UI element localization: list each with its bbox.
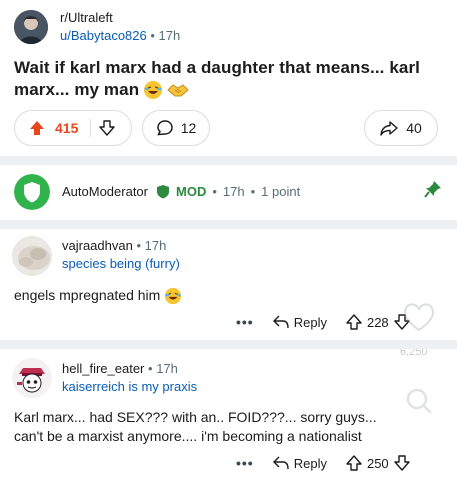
share-button[interactable]: 40 xyxy=(364,110,438,146)
laughing-emoji-icon xyxy=(164,287,182,305)
section-separator xyxy=(0,156,457,165)
post-title[interactable]: Wait if karl marx had a daughter that me… xyxy=(14,57,444,101)
dot-separator: • xyxy=(150,28,159,43)
share-count: 40 xyxy=(406,120,422,136)
comment-body: engels mpregnated him xyxy=(14,286,182,305)
watermark-search-icon xyxy=(404,386,434,416)
comment-body: Karl marx... had SEX??? with an.. FOID??… xyxy=(14,408,444,446)
dot-separator: • xyxy=(148,361,157,376)
automod-meta: AutoModerator MOD • 17h • 1 point xyxy=(62,184,300,199)
upvote-icon[interactable] xyxy=(29,120,45,136)
post-age: 17h xyxy=(158,28,181,43)
mod-shield-icon xyxy=(156,184,170,199)
comment-author[interactable]: vajraadhvan xyxy=(62,238,133,253)
vote-count: 228 xyxy=(366,314,389,330)
comment-meta: vajraadhvan • 17h xyxy=(62,238,166,253)
comment-text: engels mpregnated him xyxy=(14,287,161,303)
post-author[interactable]: u/Babytaco826 xyxy=(60,28,147,43)
mod-badge: MOD xyxy=(176,184,207,199)
upvote-icon[interactable] xyxy=(346,455,362,471)
vote-pill: 415 xyxy=(14,110,132,146)
downvote-icon[interactable] xyxy=(99,120,116,136)
dot-separator: • xyxy=(212,184,217,199)
comment-text-line-2: can't be a marxist anymore.... i'm becom… xyxy=(14,428,362,444)
upvote-count: 415 xyxy=(55,120,79,136)
comment-age: 17h xyxy=(144,238,167,253)
more-options-icon[interactable]: ••• xyxy=(236,455,254,471)
vote-divider xyxy=(90,119,92,137)
comment-author-avatar[interactable] xyxy=(12,236,52,276)
comment-actions: ••• Reply 228 xyxy=(236,314,410,330)
post-title-line-1: Wait if karl marx had a daughter that me… xyxy=(14,58,420,77)
reply-label: Reply xyxy=(293,314,327,330)
pin-icon[interactable] xyxy=(424,180,442,198)
reply-button[interactable]: Reply xyxy=(272,314,327,330)
watermark-heart-icon xyxy=(402,302,436,332)
reply-label: Reply xyxy=(293,455,327,471)
post-title-line-2: marx... my man xyxy=(14,79,444,101)
post-title-line-2-text: marx... my man xyxy=(14,80,140,99)
dot-separator: • xyxy=(250,184,256,199)
reply-arrow-icon xyxy=(272,456,289,470)
handshake-emoji-icon xyxy=(167,81,189,99)
comment-actions: ••• Reply 250 xyxy=(236,455,410,471)
more-options-icon[interactable]: ••• xyxy=(236,314,254,330)
post-meta: u/Babytaco826 • 17h xyxy=(60,28,180,43)
subreddit-name[interactable]: r/Ultraleft xyxy=(60,10,113,25)
comment-text-line-1: Karl marx... had SEX??? with an.. FOID??… xyxy=(14,409,377,425)
comment-author[interactable]: hell_fire_eater xyxy=(62,361,144,376)
laughing-emoji-icon xyxy=(143,80,163,100)
downvote-icon[interactable] xyxy=(393,455,410,471)
share-arrow-icon xyxy=(380,120,398,136)
reply-button[interactable]: Reply xyxy=(272,455,327,471)
post-author-avatar[interactable] xyxy=(14,10,48,44)
user-flair: kaiserreich is my praxis xyxy=(62,379,198,394)
upvote-icon[interactable] xyxy=(346,314,362,330)
automod-avatar[interactable] xyxy=(14,174,50,210)
vote-count: 250 xyxy=(366,455,389,471)
automod-points: 1 point xyxy=(261,184,301,199)
comment-meta: hell_fire_eater • 17h xyxy=(62,361,178,376)
comment-author-avatar[interactable] xyxy=(12,358,52,398)
section-separator xyxy=(0,220,457,229)
comments-button[interactable]: 12 xyxy=(142,110,210,146)
user-flair: species being (furry) xyxy=(62,256,180,271)
section-separator xyxy=(0,340,457,349)
reply-arrow-icon xyxy=(272,315,289,329)
comment-age: 17h xyxy=(156,361,178,376)
comment-bubble-icon xyxy=(156,119,174,137)
comment-count: 12 xyxy=(180,120,197,136)
dot-separator: • xyxy=(136,238,145,253)
automod-author[interactable]: AutoModerator xyxy=(62,184,148,199)
automod-age: 17h xyxy=(222,184,245,199)
